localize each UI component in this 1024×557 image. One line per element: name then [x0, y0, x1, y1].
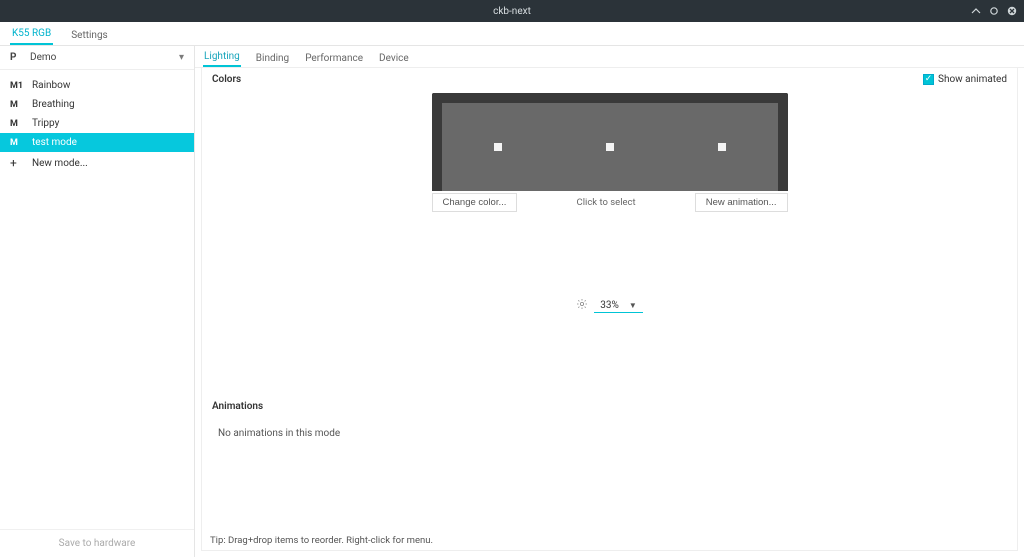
device-tabbar: K55 RGB Settings	[0, 22, 1024, 46]
brightness-control: 33% ▼	[212, 298, 1007, 313]
brightness-dropdown[interactable]: 33% ▼	[594, 299, 643, 313]
animations-empty-message: No animations in this mode	[212, 418, 1007, 449]
subtab-performance[interactable]: Performance	[304, 49, 364, 67]
save-to-hardware-button[interactable]: Save to hardware	[0, 529, 194, 557]
mode-rainbow[interactable]: M1 Rainbow	[0, 76, 194, 95]
sidebar: P Demo ▾ M1 Rainbow M Breathing M Trippy	[0, 46, 195, 557]
mode-label: Rainbow	[32, 80, 70, 91]
mode-trippy[interactable]: M Trippy	[0, 114, 194, 133]
dropdown-triangle-icon: ▼	[629, 301, 637, 310]
mode-tag: M	[10, 100, 32, 110]
minimize-button[interactable]	[970, 5, 982, 17]
close-button[interactable]	[1006, 5, 1018, 17]
tab-k55-rgb[interactable]: K55 RGB	[10, 23, 53, 45]
subtabs: Lighting Binding Performance Device	[195, 46, 1024, 68]
checkbox-checked-icon: ✓	[923, 74, 934, 85]
colors-section-title: Colors	[212, 74, 1007, 85]
titlebar: ckb-next	[0, 0, 1024, 22]
change-color-button[interactable]: Change color...	[432, 193, 518, 212]
show-animated-toggle[interactable]: ✓ Show animated	[923, 74, 1007, 85]
window-title: ckb-next	[493, 6, 531, 17]
brightness-value: 33%	[600, 300, 619, 311]
show-animated-label: Show animated	[938, 74, 1007, 85]
brightness-icon	[576, 298, 588, 313]
maximize-button[interactable]	[988, 5, 1000, 17]
click-to-select-hint: Click to select	[577, 197, 636, 208]
animations-section-title: Animations	[212, 401, 1007, 412]
keyboard-preview-frame	[432, 93, 788, 191]
subtab-binding[interactable]: Binding	[255, 49, 290, 67]
profile-name: Demo	[30, 52, 56, 63]
zone-key-2[interactable]	[606, 143, 614, 151]
tip-text: Tip: Drag+drop items to reorder. Right-c…	[210, 535, 433, 546]
modes-list: M1 Rainbow M Breathing M Trippy M test m…	[0, 70, 194, 529]
plus-icon: +	[10, 156, 32, 170]
tab-settings[interactable]: Settings	[69, 25, 110, 45]
mode-breathing[interactable]: M Breathing	[0, 95, 194, 114]
mode-new[interactable]: + New mode...	[0, 152, 194, 174]
mode-test-mode[interactable]: M test mode	[0, 133, 194, 152]
mode-tag: M1	[10, 81, 32, 91]
keyboard-preview[interactable]	[442, 103, 778, 191]
zone-key-1[interactable]	[494, 143, 502, 151]
new-animation-button[interactable]: New animation...	[695, 193, 788, 212]
chevron-down-icon: ▾	[179, 52, 184, 63]
mode-label: Breathing	[32, 99, 75, 110]
subtab-device[interactable]: Device	[378, 49, 410, 67]
mode-tag: M	[10, 119, 32, 129]
zone-key-3[interactable]	[718, 143, 726, 151]
subtab-lighting[interactable]: Lighting	[203, 47, 241, 67]
profile-selector[interactable]: P Demo ▾	[0, 46, 194, 70]
mode-label: New mode...	[32, 158, 88, 169]
mode-label: test mode	[32, 137, 77, 148]
profile-letter: P	[10, 52, 22, 63]
mode-label: Trippy	[32, 118, 59, 129]
mode-tag: M	[10, 138, 32, 148]
